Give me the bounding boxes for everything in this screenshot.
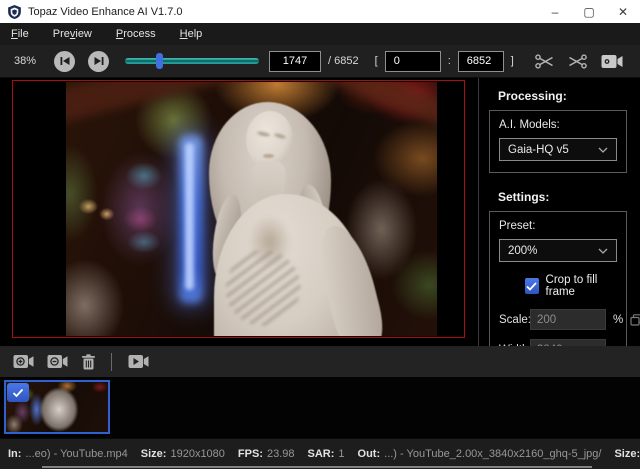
window-controls: – ▢ ✕ — [538, 0, 640, 23]
main-area: Processing: A.I. Models: Gaia-HQ v5 Sett… — [0, 78, 640, 346]
skip-back-icon — [60, 56, 70, 66]
processing-panel: Processing: A.I. Models: Gaia-HQ v5 Sett… — [478, 78, 640, 346]
maximize-button[interactable]: ▢ — [572, 0, 606, 23]
menu-help[interactable]: Help — [168, 23, 215, 45]
preset-dropdown[interactable]: 200% — [499, 239, 617, 262]
camera-play-icon — [128, 354, 149, 369]
slider-track-line — [125, 60, 259, 62]
processing-header: Processing: — [498, 89, 640, 103]
trim-colon: : — [448, 55, 451, 67]
checkmark-icon — [12, 388, 24, 398]
checkmark-icon — [526, 282, 537, 291]
camera-remove-icon — [47, 354, 68, 369]
app-window: Topaz Video Enhance AI V1.7.0 – ▢ ✕ File… — [0, 0, 640, 469]
menu-preview[interactable]: Preview — [41, 23, 104, 45]
width-row: Width: px — [499, 339, 617, 346]
marble-statue — [66, 82, 437, 336]
toolbar-divider — [111, 353, 112, 371]
scale-unit: % — [613, 314, 623, 326]
status-in: In:...eo) - YouTube.mp4 — [8, 448, 128, 460]
status-bar: In:...eo) - YouTube.mp4 Size:1920x1080 F… — [0, 438, 640, 469]
export-video-button[interactable] — [601, 54, 623, 69]
width-input — [530, 339, 606, 346]
clip-toolbar — [0, 346, 640, 377]
trim-start-input[interactable] — [385, 51, 441, 72]
topaz-shield-icon — [8, 5, 21, 19]
ai-model-dropdown[interactable]: Gaia-HQ v5 — [499, 138, 617, 161]
ai-model-value: Gaia-HQ v5 — [508, 144, 569, 156]
settings-group: Preset: 200% Crop to fill frame — [489, 211, 627, 346]
video-preview-area[interactable] — [0, 78, 478, 346]
status-fps: FPS:23.98 — [238, 448, 295, 460]
trim-start-scissors-button[interactable] — [535, 54, 554, 69]
thumbnail-strip — [0, 377, 640, 438]
preset-value: 200% — [508, 245, 537, 257]
trim-bracket-close: ] — [511, 55, 514, 67]
video-frame[interactable] — [66, 82, 437, 336]
settings-header: Settings: — [498, 190, 640, 204]
chevron-down-icon — [598, 147, 608, 153]
scale-input — [530, 309, 606, 330]
menu-process[interactable]: Process — [104, 23, 168, 45]
camera-add-icon — [13, 354, 34, 369]
trim-end-input[interactable] — [458, 51, 504, 72]
status-sar: SAR:1 — [308, 448, 345, 460]
trim-end-scissors-button[interactable] — [568, 54, 587, 69]
total-frames-label: / 6852 — [328, 55, 359, 67]
preview-clip-button[interactable] — [128, 354, 149, 369]
minimize-button[interactable]: – — [538, 0, 572, 23]
thumbnail-selected-badge[interactable] — [7, 383, 29, 402]
current-frame-input[interactable] — [269, 51, 321, 72]
close-button[interactable]: ✕ — [606, 0, 640, 23]
chevron-down-icon — [598, 248, 608, 254]
status-in-size: Size:1920x1080 — [141, 448, 225, 460]
copy-icon[interactable] — [630, 314, 640, 326]
title-bar: Topaz Video Enhance AI V1.7.0 – ▢ ✕ — [0, 0, 640, 23]
video-thumbnail[interactable] — [4, 380, 110, 434]
menu-file[interactable]: File — [0, 23, 41, 45]
add-video-button[interactable] — [13, 354, 34, 369]
skip-to-end-button[interactable] — [88, 51, 109, 72]
scissors-flipped-icon — [568, 54, 587, 69]
preset-label: Preset: — [499, 220, 617, 232]
trash-icon — [81, 354, 96, 370]
crop-to-fill-row[interactable]: Crop to fill frame — [525, 274, 617, 298]
scale-label: Scale: — [499, 314, 530, 326]
crop-to-fill-checkbox[interactable] — [525, 278, 539, 294]
window-bottom-edge — [42, 466, 592, 468]
ai-models-label: A.I. Models: — [499, 119, 617, 131]
crop-to-fill-label: Crop to fill frame — [546, 274, 617, 298]
status-out: Out:...) - YouTube_2.00x_3840x2160_ghq-5… — [358, 448, 602, 460]
video-still-background — [66, 82, 437, 336]
scale-row: Scale: % — [499, 309, 617, 330]
slider-handle[interactable] — [156, 53, 163, 69]
skip-to-start-button[interactable] — [54, 51, 75, 72]
ai-models-group: A.I. Models: Gaia-HQ v5 — [489, 110, 627, 173]
video-camera-icon — [601, 54, 623, 69]
trim-bracket-open: [ — [375, 55, 378, 67]
remove-video-button[interactable] — [47, 354, 68, 369]
menu-bar: File Preview Process Help — [0, 23, 640, 45]
zoom-level-label: 38% — [14, 55, 36, 67]
scissors-icon — [535, 54, 554, 69]
window-title: Topaz Video Enhance AI V1.7.0 — [28, 6, 183, 18]
skip-forward-icon — [94, 56, 104, 66]
playback-toolbar: 38% / 6852 [ : ] — [0, 45, 640, 78]
delete-clip-button[interactable] — [81, 354, 96, 370]
status-out-size: Size:3840x2160 — [614, 448, 640, 460]
timeline-slider[interactable] — [125, 52, 259, 70]
